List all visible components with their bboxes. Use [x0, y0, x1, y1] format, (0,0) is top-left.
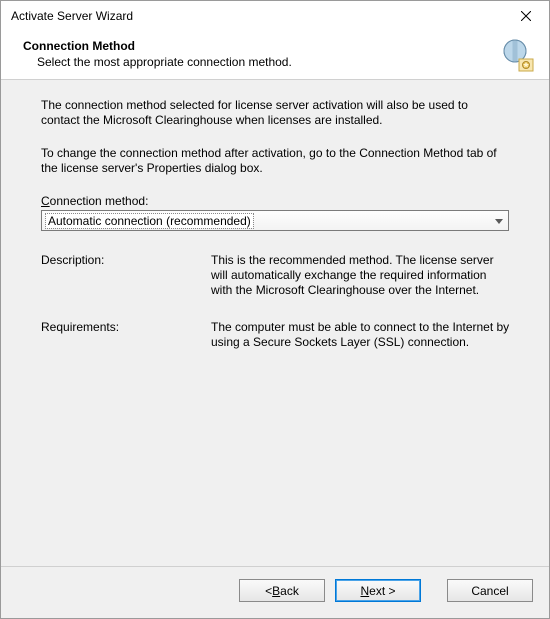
wizard-footer: < Back Next > Cancel: [1, 567, 549, 618]
connection-method-label: Connection method:: [41, 194, 523, 208]
requirements-row: Requirements: The computer must be able …: [41, 320, 511, 350]
description-row: Description: This is the recommended met…: [41, 253, 511, 298]
info-paragraph-1: The connection method selected for licen…: [41, 98, 501, 128]
back-button[interactable]: < Back: [239, 579, 325, 602]
wizard-header: Connection Method Select the most approp…: [1, 31, 549, 79]
header-subtitle: Select the most appropriate connection m…: [23, 55, 539, 69]
close-icon: [521, 11, 531, 21]
cancel-button[interactable]: Cancel: [447, 579, 533, 602]
next-button[interactable]: Next >: [335, 579, 421, 602]
connection-method-value: Automatic connection (recommended): [46, 214, 253, 228]
window-title: Activate Server Wizard: [11, 9, 133, 23]
license-server-icon: [499, 37, 535, 76]
header-title: Connection Method: [23, 39, 539, 53]
connection-method-dropdown[interactable]: Automatic connection (recommended): [41, 210, 509, 231]
requirements-label: Requirements:: [41, 320, 211, 350]
close-button[interactable]: [503, 1, 549, 31]
wizard-body: The connection method selected for licen…: [1, 80, 549, 566]
description-label: Description:: [41, 253, 211, 298]
requirements-value: The computer must be able to connect to …: [211, 320, 511, 350]
description-value: This is the recommended method. The lice…: [211, 253, 511, 298]
chevron-down-icon: [491, 214, 506, 228]
info-paragraph-2: To change the connection method after ac…: [41, 146, 501, 176]
wizard-window: Activate Server Wizard Connection Method…: [0, 0, 550, 619]
titlebar: Activate Server Wizard: [1, 1, 549, 31]
